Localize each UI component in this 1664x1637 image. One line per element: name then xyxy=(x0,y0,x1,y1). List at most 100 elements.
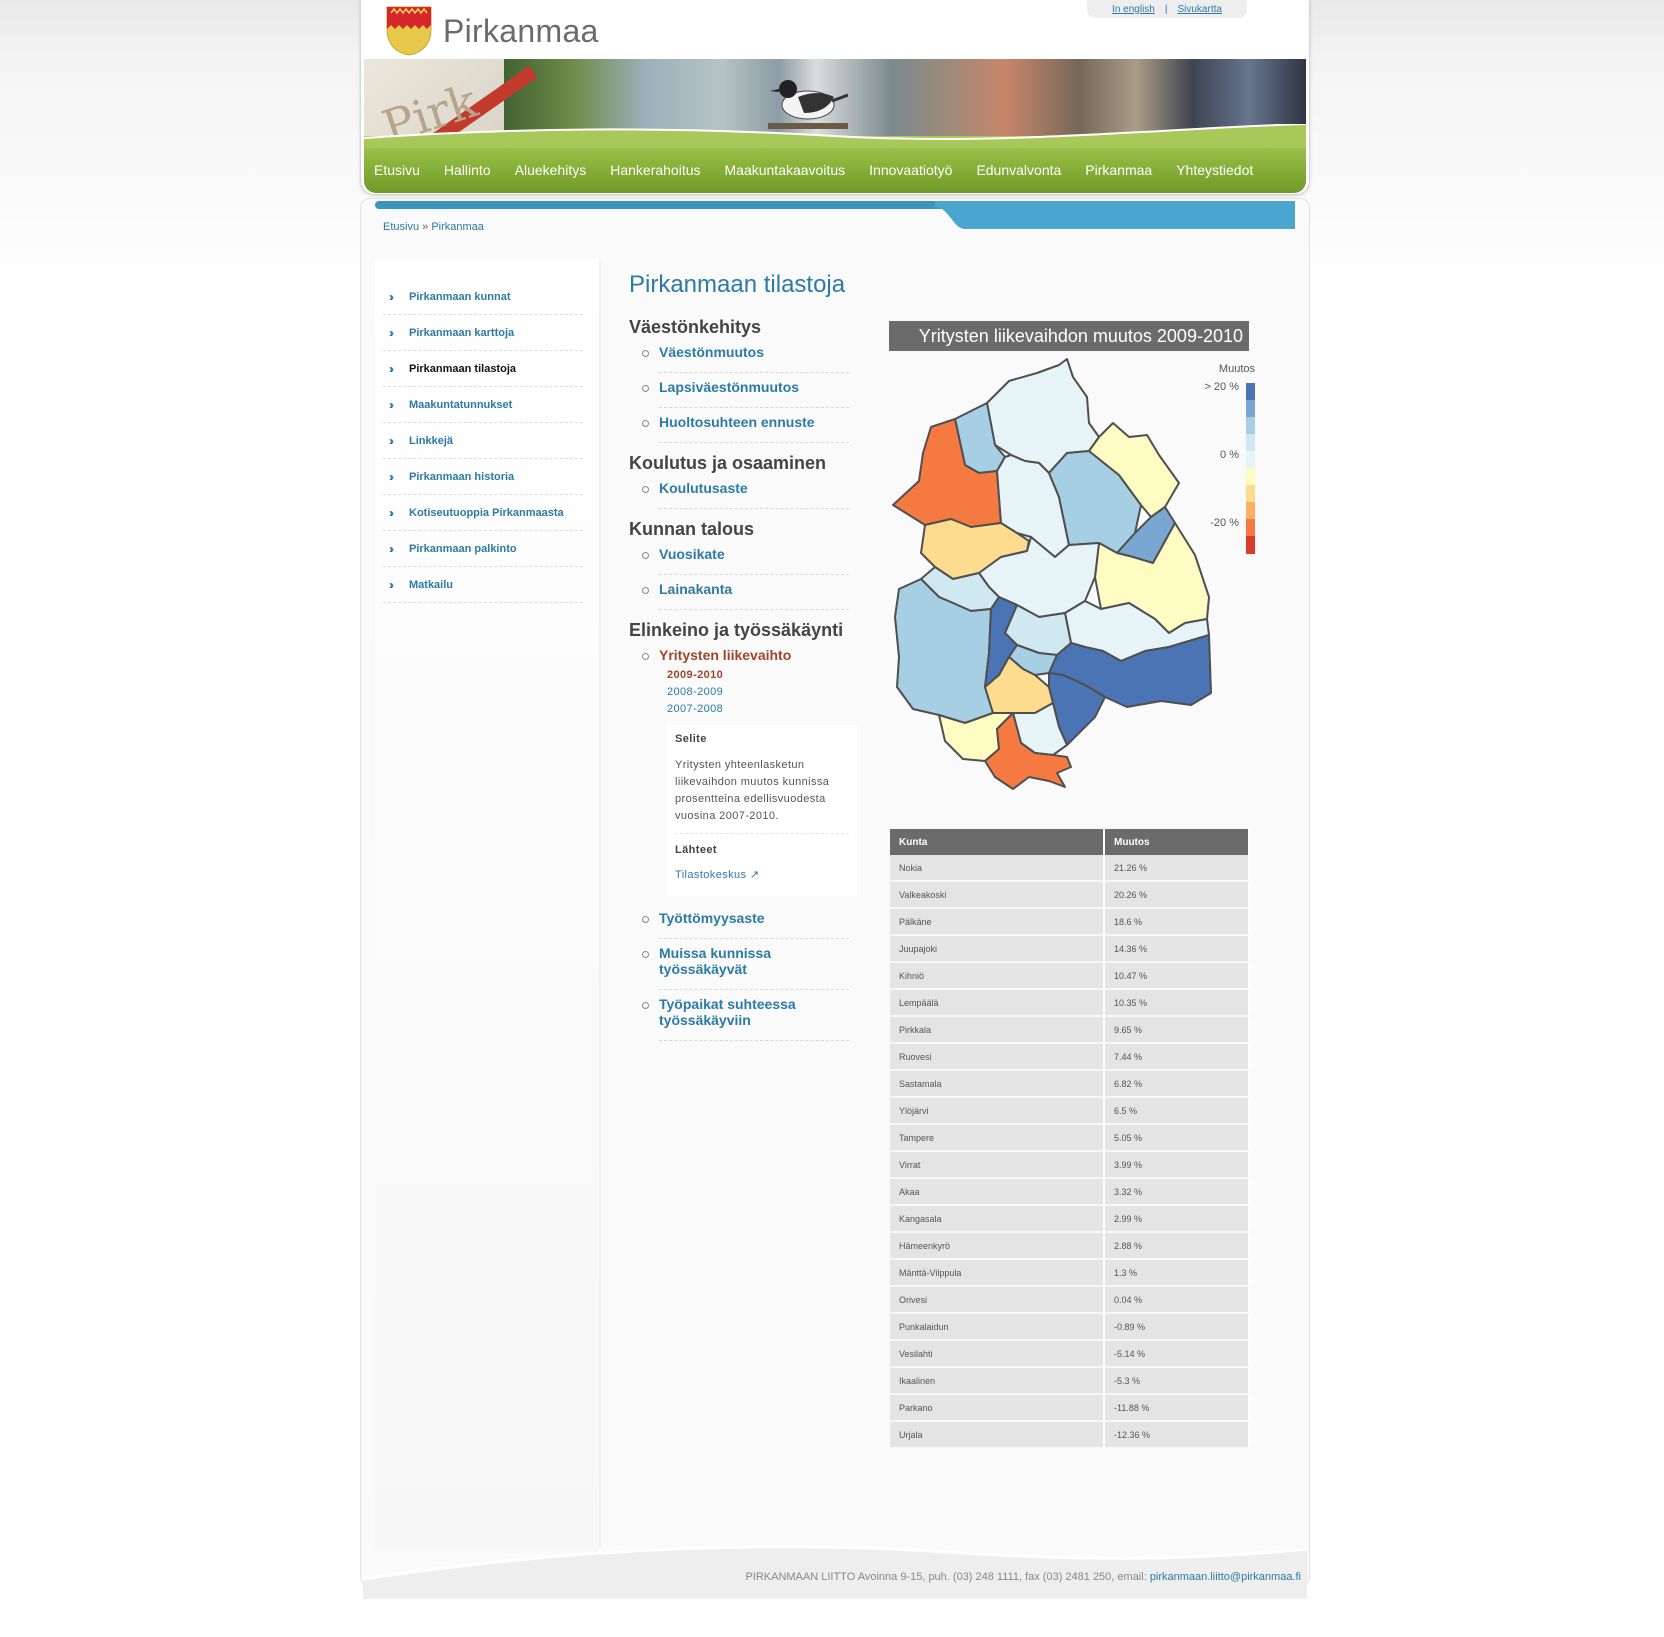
sidebar-item-label: Pirkanmaan karttoja xyxy=(409,326,515,339)
cell-muutos: 2.99 % xyxy=(1104,1205,1250,1233)
year-link-2007-2008[interactable]: 2007-2008 xyxy=(667,703,859,715)
cell-kunta: Pirkkala xyxy=(890,1016,1105,1044)
nav-hallinto[interactable]: Hallinto xyxy=(444,162,491,178)
table-row: Lempäälä 10.35 % xyxy=(890,989,1250,1017)
cell-kunta: Punkalaidun xyxy=(890,1313,1105,1341)
legend-swatch xyxy=(1246,451,1255,469)
cell-muutos: 6.5 % xyxy=(1104,1097,1250,1125)
cell-muutos: 18.6 % xyxy=(1104,908,1250,936)
cell-muutos: 3.32 % xyxy=(1104,1178,1250,1206)
legend-swatch xyxy=(1246,502,1255,520)
double-chevron-right-icon: ›› xyxy=(389,289,394,304)
coat-of-arms-icon xyxy=(386,6,432,56)
cell-muutos: -12.36 % xyxy=(1104,1421,1250,1449)
site-logo[interactable]: Pirkanmaa xyxy=(385,5,599,57)
stat-link-lainakanta[interactable]: Lainakanta xyxy=(659,575,849,610)
table-row: Ruovesi 7.44 % xyxy=(890,1043,1250,1071)
year-selector: 2009-2010 2008-2009 2007-2008 Selite Yri… xyxy=(659,663,859,896)
nav-aluekehitys[interactable]: Aluekehitys xyxy=(515,162,587,178)
cell-muutos: 20.26 % xyxy=(1104,881,1250,909)
nav-etusivu[interactable]: Etusivu xyxy=(374,162,420,178)
table-row: Pirkkala 9.65 % xyxy=(890,1016,1250,1044)
year-link-2009-2010[interactable]: 2009-2010 xyxy=(667,669,859,681)
stat-link-koulutusaste[interactable]: Koulutusaste xyxy=(659,474,849,509)
cell-kunta: Ikaalinen xyxy=(890,1367,1105,1395)
sidebar-item[interactable]: ›› Matkailu xyxy=(383,567,583,603)
nav-innovaatiotyo[interactable]: Innovaatiotyö xyxy=(869,162,952,178)
cell-muutos: 3.99 % xyxy=(1104,1151,1250,1179)
sidebar-item-label: Pirkanmaan tilastoja xyxy=(409,362,516,375)
cell-kunta: Nokia xyxy=(890,855,1105,882)
stat-link-huoltosuhde[interactable]: Huoltosuhteen ennuste xyxy=(659,408,849,443)
cell-muutos: 6.82 % xyxy=(1104,1070,1250,1098)
breadcrumb-home-link[interactable]: Etusivu xyxy=(383,221,419,233)
data-table: Kunta Muutos Nokia 21.26 % Valkeakoski 20.2… xyxy=(890,829,1250,1449)
source-link-tilastokeskus[interactable]: Tilastokeskus ↗ xyxy=(675,869,760,881)
legend-swatch xyxy=(1246,536,1255,554)
cell-kunta: Lempäälä xyxy=(890,989,1105,1017)
table-row: Kihniö 10.47 % xyxy=(890,962,1250,990)
cell-muutos: 1.3 % xyxy=(1104,1259,1250,1287)
bullet-icon xyxy=(642,385,649,392)
nav-edunvalvonta[interactable]: Edunvalvonta xyxy=(976,162,1061,178)
sidebar-item[interactable]: ›› Linkkejä xyxy=(383,423,583,459)
year-link-2008-2009[interactable]: 2008-2009 xyxy=(667,686,859,698)
sidebar-item[interactable]: ›› Kotiseutuoppia Pirkanmaasta xyxy=(383,495,583,531)
page-title: Pirkanmaan tilastoja xyxy=(629,271,846,298)
stat-link-vuosikate[interactable]: Vuosikate xyxy=(659,540,849,575)
sidebar-item-label: Pirkanmaan palkinto xyxy=(409,542,517,555)
cell-kunta: Vesilahti xyxy=(890,1340,1105,1368)
table-row: Pälkäne 18.6 % xyxy=(890,908,1250,936)
footer-email-link[interactable]: pirkanmaan.liitto@pirkanmaa.fi xyxy=(1150,1571,1301,1583)
in-english-link[interactable]: In english xyxy=(1102,4,1165,15)
stat-link-muissa-kunnissa[interactable]: Muissa kunnissa työssäkäyvät xyxy=(659,939,849,990)
stat-link-lapsivaestonmuutos[interactable]: Lapsiväestönmuutos xyxy=(659,373,849,408)
section-heading-vaestonkehitys: Väestönkehitys xyxy=(629,317,762,337)
double-chevron-right-icon: ›› xyxy=(389,397,394,412)
legend-swatch xyxy=(1246,383,1255,401)
sidebar-item[interactable]: ›› Pirkanmaan palkinto xyxy=(383,531,583,567)
bullet-icon xyxy=(642,951,649,958)
stat-link-vaestonmuutos[interactable]: Väestönmuutos xyxy=(659,338,849,373)
sidebar-item[interactable]: ›› Pirkanmaan historia xyxy=(383,459,583,495)
cell-muutos: -5.14 % xyxy=(1104,1340,1250,1368)
nav-yhteystiedot[interactable]: Yhteystiedot xyxy=(1176,162,1253,178)
site-name: Pirkanmaa xyxy=(443,12,599,49)
nav-pirkanmaa[interactable]: Pirkanmaa xyxy=(1085,162,1152,178)
statistics-menu: Väestönkehitys Väestönmuutos Lapsiväestö… xyxy=(629,317,859,1041)
sources-heading: Lähteet xyxy=(675,844,717,856)
sidebar-item-label: Matkailu xyxy=(409,578,454,591)
breadcrumb-current-link[interactable]: Pirkanmaa xyxy=(431,221,484,233)
sidebar-item[interactable]: ›› Pirkanmaan karttoja xyxy=(383,315,583,351)
table-header-kunta[interactable]: Kunta xyxy=(890,829,1105,855)
double-chevron-right-icon: ›› xyxy=(389,361,394,376)
sidebar-item[interactable]: ›› Pirkanmaan kunnat xyxy=(383,279,583,315)
sidebar-item[interactable]: ›› Maakuntatunnukset xyxy=(383,387,583,423)
bullet-icon xyxy=(642,587,649,594)
cell-muutos: -0.89 % xyxy=(1104,1313,1250,1341)
stat-link-tyopaikat[interactable]: Työpaikat suhteessa työssäkäyviin xyxy=(659,990,849,1041)
cell-kunta: Kihniö xyxy=(890,962,1105,990)
cell-muutos: 7.44 % xyxy=(1104,1043,1250,1071)
table-row: Mänttä-Vilppula 1.3 % xyxy=(890,1259,1250,1287)
nav-hankerahoitus[interactable]: Hankerahoitus xyxy=(610,162,700,178)
legend-swatch xyxy=(1246,400,1255,418)
table-row: Ikaalinen -5.3 % xyxy=(890,1367,1250,1395)
cell-muutos: 14.36 % xyxy=(1104,935,1250,963)
breadcrumb: Etusivu » Pirkanmaa xyxy=(383,221,484,233)
cell-muutos: -11.88 % xyxy=(1104,1394,1250,1422)
map-title: Yritysten liikevaihdon muutos 2009-2010 xyxy=(889,321,1249,351)
table-row: Sastamala 6.82 % xyxy=(890,1070,1250,1098)
stat-link-yritysten-liikevaihto[interactable]: Yritysten liikevaihto xyxy=(659,641,849,663)
bullet-icon xyxy=(642,916,649,923)
footer-contact-text: PIRKANMAAN LIITTO Avoinna 9-15, puh. (03… xyxy=(745,1571,1150,1583)
nav-maakuntakaavoitus[interactable]: Maakuntakaavoitus xyxy=(725,162,846,178)
stat-link-tyottomyysaste[interactable]: Työttömyysaste xyxy=(659,904,849,939)
table-row: Urjala -12.36 % xyxy=(890,1421,1250,1449)
cell-kunta: Hämeenkyrö xyxy=(890,1232,1105,1260)
cell-muutos: 0.04 % xyxy=(1104,1286,1250,1314)
sidebar-item[interactable]: ›› Pirkanmaan tilastoja xyxy=(383,351,583,387)
table-row: Tampere 5.05 % xyxy=(890,1124,1250,1152)
sitemap-link[interactable]: Sivukartta xyxy=(1167,4,1231,15)
table-header-muutos[interactable]: Muutos xyxy=(1104,829,1250,855)
